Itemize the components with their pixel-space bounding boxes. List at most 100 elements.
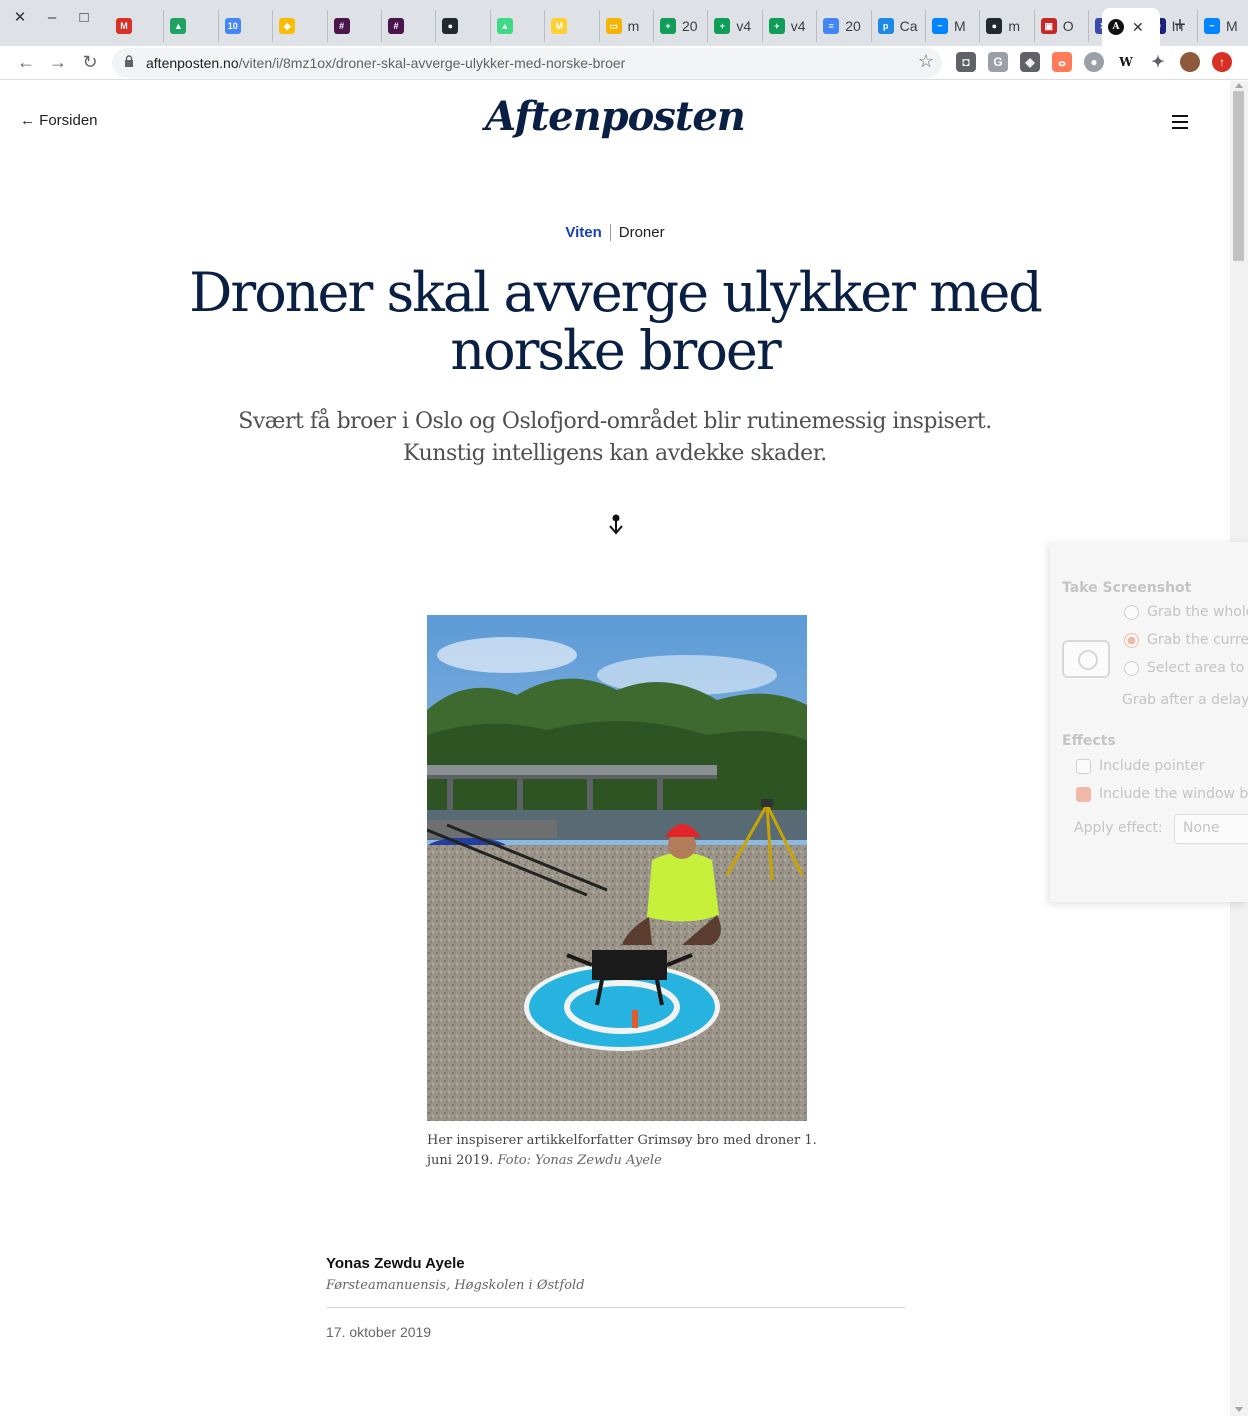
tab-label: 20	[682, 18, 698, 34]
puzzle-extensions-icon[interactable]: ✦	[1148, 52, 1168, 72]
browser-tab[interactable]: ▲	[491, 10, 546, 42]
scroll-down-arrow-icon[interactable]	[1235, 1407, 1243, 1412]
tab-active-aftenposten[interactable]: A ✕	[1102, 8, 1160, 46]
tab-label: O	[1062, 18, 1074, 34]
update-icon[interactable]: ↑	[1212, 52, 1232, 72]
messenger-icon: ~	[1204, 18, 1220, 34]
scroll-down-icon[interactable]	[608, 513, 624, 535]
tag-link-droner[interactable]: Droner	[611, 224, 665, 241]
browser-tab[interactable]: + v4	[708, 10, 763, 42]
tab-label: 20	[845, 18, 861, 34]
miro-icon: M	[551, 18, 568, 34]
tab-label: v4	[790, 18, 806, 34]
section-breadcrumb: Viten Droner	[0, 224, 1230, 241]
effects-title: Effects	[1062, 733, 1116, 749]
new-tab-button[interactable]: +	[1170, 14, 1190, 37]
tab-label: m	[1008, 18, 1021, 34]
forward-arrow-icon[interactable]: →	[46, 50, 70, 74]
checkbox-checked[interactable]	[1076, 786, 1091, 802]
scrollbar-thumb[interactable]	[1233, 91, 1244, 261]
browser-tab[interactable]: + v4	[763, 10, 818, 42]
avatar[interactable]	[1180, 52, 1200, 72]
tab-close-icon[interactable]: ✕	[1132, 19, 1144, 36]
article-photo[interactable]	[427, 615, 807, 1121]
keep-icon: ◆	[279, 18, 296, 34]
option-include-window-border[interactable]: Include the window bo	[1076, 786, 1248, 802]
section-link-viten[interactable]: Viten	[565, 224, 611, 241]
browser-tab[interactable]: M	[545, 10, 600, 42]
screenshot-tool-title: Take Screenshot	[1062, 580, 1192, 596]
article-headline: Droner skal avverge ulykker med norske b…	[189, 261, 1043, 382]
address-bar[interactable]: aftenposten.no/viten/i/8mz1ox/droner-ska…	[112, 48, 942, 78]
sheets-icon: +	[660, 18, 676, 34]
radio-button-selected[interactable]	[1124, 632, 1139, 648]
article-lede: Svært få broer i Oslo og Oslofjord-områd…	[238, 409, 992, 466]
browser-toolbar: ← → ↻ aftenposten.no/viten/i/8mz1ox/dron…	[0, 46, 1248, 80]
window-maximize-icon[interactable]: □	[74, 8, 94, 28]
slack-icon: #	[333, 18, 350, 34]
extension-icon[interactable]: ◈	[1020, 52, 1040, 72]
article-page: ← Forsiden Aftenposten Viten Droner Drone…	[0, 81, 1230, 1416]
photo-caption: Her inspiserer artikkelforfatter Grimsøy…	[427, 1133, 817, 1168]
option-grab-current-window[interactable]: Grab the curren	[1124, 632, 1248, 648]
docs-icon: ≡	[823, 18, 840, 34]
extension-icon[interactable]: ◘	[956, 52, 976, 72]
delay-label: Grab after a delay o	[1122, 692, 1248, 708]
tab-label: M	[1226, 18, 1238, 34]
browser-tab[interactable]: ~ M	[1198, 10, 1248, 42]
calendar-icon: 10	[224, 18, 241, 34]
pw-icon: p	[877, 18, 894, 34]
grammarly-icon[interactable]: G	[988, 52, 1008, 72]
divider	[326, 1307, 906, 1308]
bookmark-star-icon[interactable]: ☆	[918, 51, 934, 72]
option-select-area[interactable]: Select area to g	[1124, 660, 1248, 676]
slides-icon: ▭	[605, 18, 622, 34]
browser-tab[interactable]: ◆	[273, 10, 328, 42]
window-close-icon[interactable]: ✕	[10, 8, 30, 28]
apply-effect-select[interactable]: None	[1174, 814, 1248, 844]
aftenposten-icon: A	[1108, 19, 1124, 35]
author-role: Førsteamanuensis, Høgskolen i Østfold	[326, 1278, 585, 1293]
gmail-icon: M	[116, 18, 132, 34]
browser-tab[interactable]: ≡ 20	[817, 10, 872, 42]
browser-tab[interactable]: 10	[219, 10, 274, 42]
lock-icon	[125, 55, 133, 67]
browser-tab[interactable]: M	[110, 10, 165, 42]
browser-tab[interactable]: ~ M	[926, 10, 981, 42]
tab-strip: ✕ – □ M▲10◆##●▲M▭m+20+v4+v4≡20pCa~M●m▣O✕…	[0, 0, 1248, 46]
browser-tab[interactable]: ▲	[164, 10, 219, 42]
tab-label: Ca	[899, 18, 918, 34]
aftenposten-logo[interactable]: Aftenposten	[0, 93, 1230, 140]
radio-button[interactable]	[1124, 604, 1139, 620]
browser-tab[interactable]: p Ca	[872, 10, 926, 42]
sheets-icon: +	[714, 18, 731, 34]
tab-label: v4	[736, 18, 752, 34]
option-grab-whole-screen[interactable]: Grab the whole	[1124, 604, 1248, 620]
browser-tab[interactable]: #	[382, 10, 437, 42]
github-icon: ●	[442, 18, 459, 34]
browser-tab[interactable]: ● m	[980, 10, 1035, 42]
tab-label: m	[627, 18, 640, 34]
scroll-up-arrow-icon[interactable]	[1235, 83, 1243, 88]
wikipedia-icon[interactable]: W	[1116, 52, 1136, 72]
slack-icon: #	[388, 18, 404, 34]
hamburger-menu-icon[interactable]	[1172, 115, 1188, 129]
radio-button[interactable]	[1124, 660, 1139, 676]
google-drive-icon: ▲	[170, 18, 187, 34]
browser-tab[interactable]: ▣ O	[1035, 10, 1090, 42]
sheets-icon: +	[768, 18, 785, 34]
back-arrow-icon[interactable]: ←	[14, 50, 38, 74]
browser-tab[interactable]: ●	[436, 10, 491, 42]
browser-tab[interactable]: #	[328, 10, 382, 42]
option-include-pointer[interactable]: Include pointer	[1076, 758, 1205, 774]
github-icon: ●	[986, 18, 1003, 34]
window-minimize-icon[interactable]: –	[42, 8, 62, 28]
author-name[interactable]: Yonas Zewdu Ayele	[326, 1255, 906, 1272]
checkbox[interactable]	[1076, 758, 1091, 774]
hubspot-icon[interactable]: ⴰ	[1052, 52, 1072, 72]
extension-icon[interactable]: ●	[1084, 52, 1104, 72]
browser-tab[interactable]: ▭ m	[600, 10, 654, 42]
browser-tab[interactable]: +20	[654, 10, 709, 42]
publish-date: 17. oktober 2019	[326, 1324, 432, 1340]
reload-icon[interactable]: ↻	[78, 50, 102, 74]
